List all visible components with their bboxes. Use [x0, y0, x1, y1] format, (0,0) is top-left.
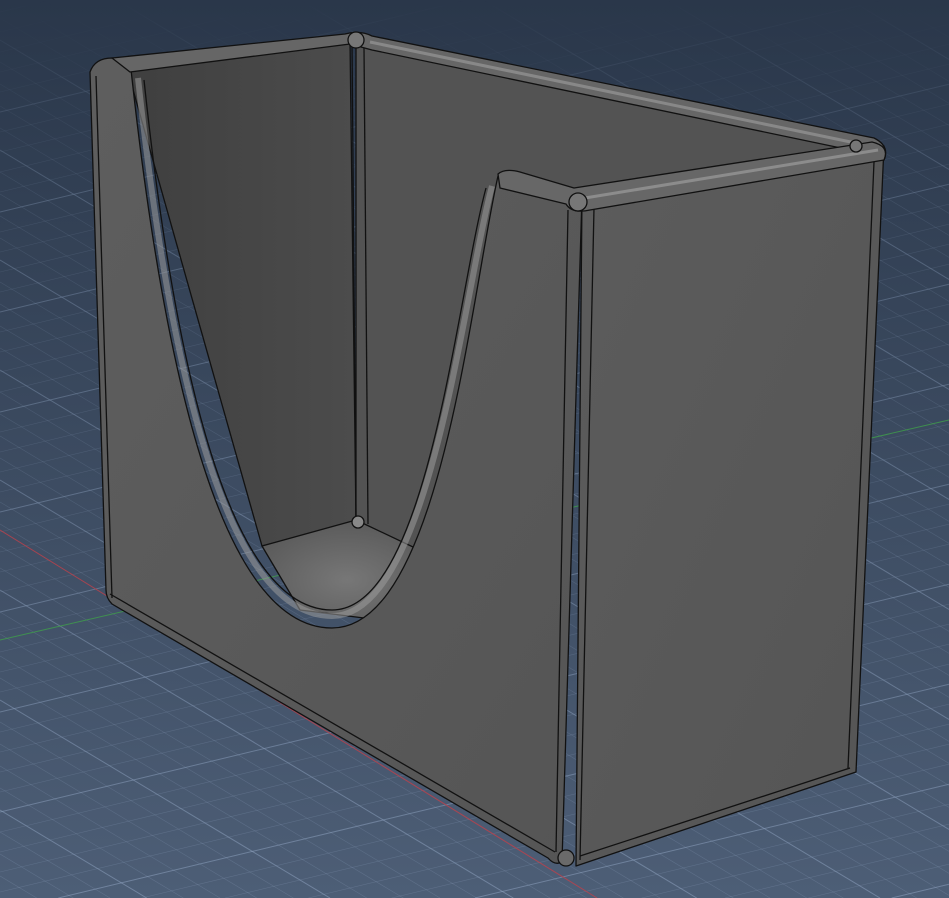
corner-fillet-back: [347, 31, 365, 49]
inner-corner-fillet: [351, 515, 365, 529]
3d-viewport[interactable]: [0, 0, 949, 898]
corner-fillet-right: [849, 139, 863, 153]
corner-fillet: [568, 192, 588, 212]
corner-fillet-bottom: [557, 849, 575, 867]
right-face: [575, 145, 885, 867]
